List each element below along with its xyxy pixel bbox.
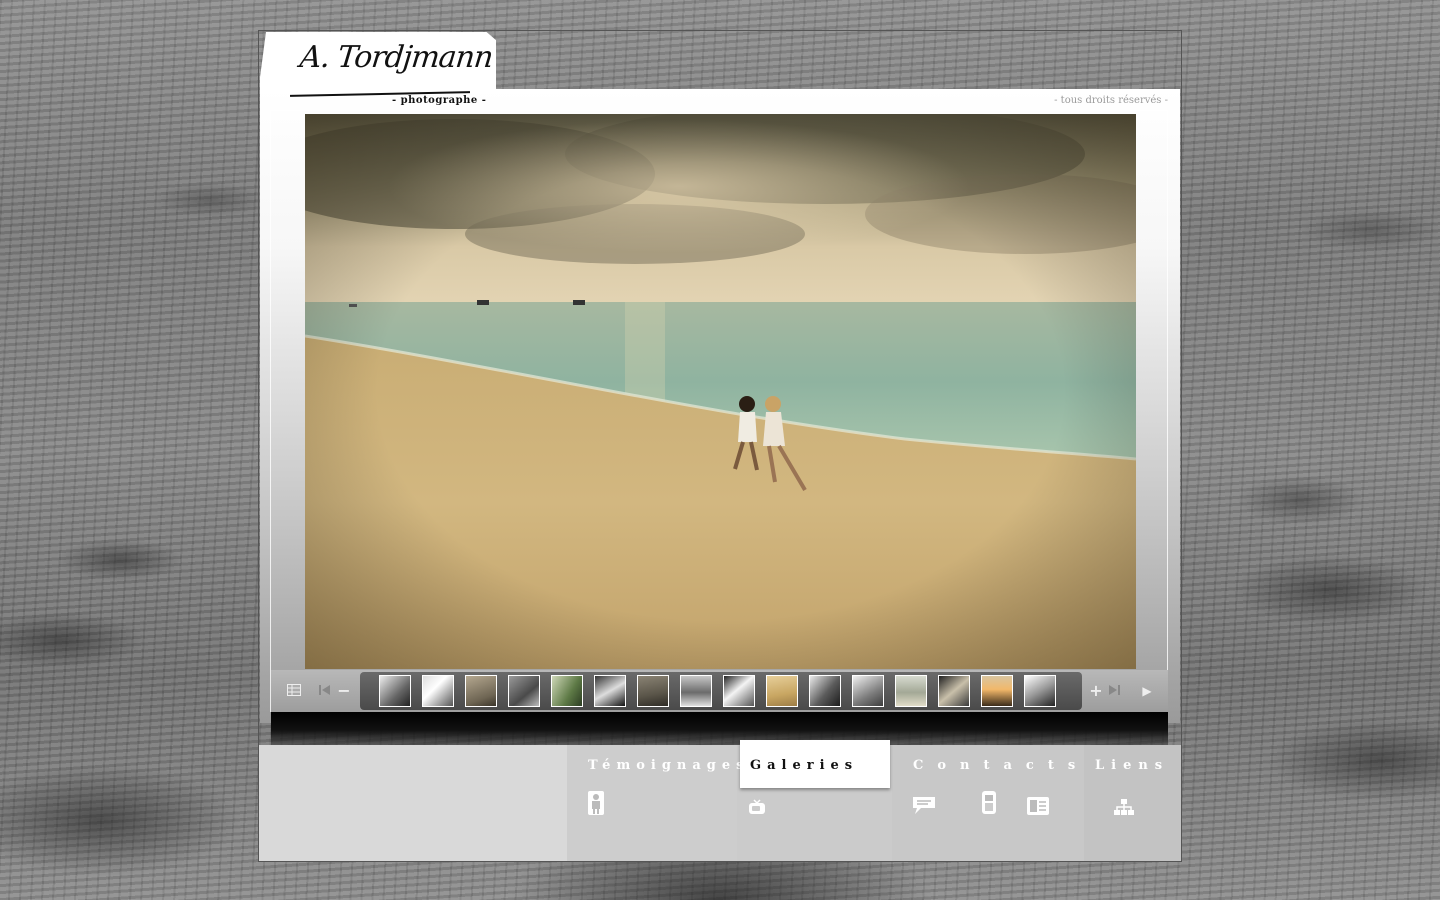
thumbnail-2[interactable] [422,675,454,707]
zoom-out-button[interactable]: − [336,683,352,699]
thumbnail-1[interactable] [379,675,411,707]
thumbnail-10[interactable] [766,675,798,707]
sitemap-icon[interactable] [1113,798,1135,820]
nav-contacts[interactable]: Contacts [913,758,1089,773]
person-icon[interactable] [587,790,605,820]
chat-icon[interactable] [911,795,937,819]
thumbnail-16[interactable] [1024,675,1056,707]
nav-liens[interactable]: Liens [1095,758,1169,773]
filmstrip-reflection [271,712,1168,748]
tv-icon[interactable] [748,799,766,819]
thumbnail-8[interactable] [680,675,712,707]
address-card-icon[interactable] [1026,796,1050,820]
play-button[interactable]: ▶ [1138,684,1156,698]
logo-tagline: - photographe - [392,95,487,106]
grid-view-icon[interactable] [286,684,302,699]
thumbnail-3[interactable] [465,675,497,707]
main-photo[interactable] [305,114,1136,669]
thumbnail-13[interactable] [895,675,927,707]
nav-temoignages[interactable]: Témoignages [588,758,749,773]
mobile-phone-icon[interactable] [980,789,998,819]
thumbnail-12[interactable] [852,675,884,707]
thumbnail-5[interactable] [551,675,583,707]
last-icon[interactable] [1106,684,1122,699]
zoom-in-button[interactable]: + [1088,683,1104,699]
thumbnail-6[interactable] [594,675,626,707]
thumbnail-7[interactable] [637,675,669,707]
thumbnail-11[interactable] [809,675,841,707]
nav-galeries[interactable]: Galeries [750,758,858,773]
nav-galeries-active[interactable]: Galeries [740,740,890,788]
thumbnail-15[interactable] [981,675,1013,707]
first-icon[interactable] [317,684,333,699]
thumbnail-14[interactable] [938,675,970,707]
copyright-notice: - tous droits réservés - [1054,95,1168,106]
thumbnail-4[interactable] [508,675,540,707]
thumbnail-9[interactable] [723,675,755,707]
logo-signature[interactable]: A. Tordjmann [298,40,494,75]
